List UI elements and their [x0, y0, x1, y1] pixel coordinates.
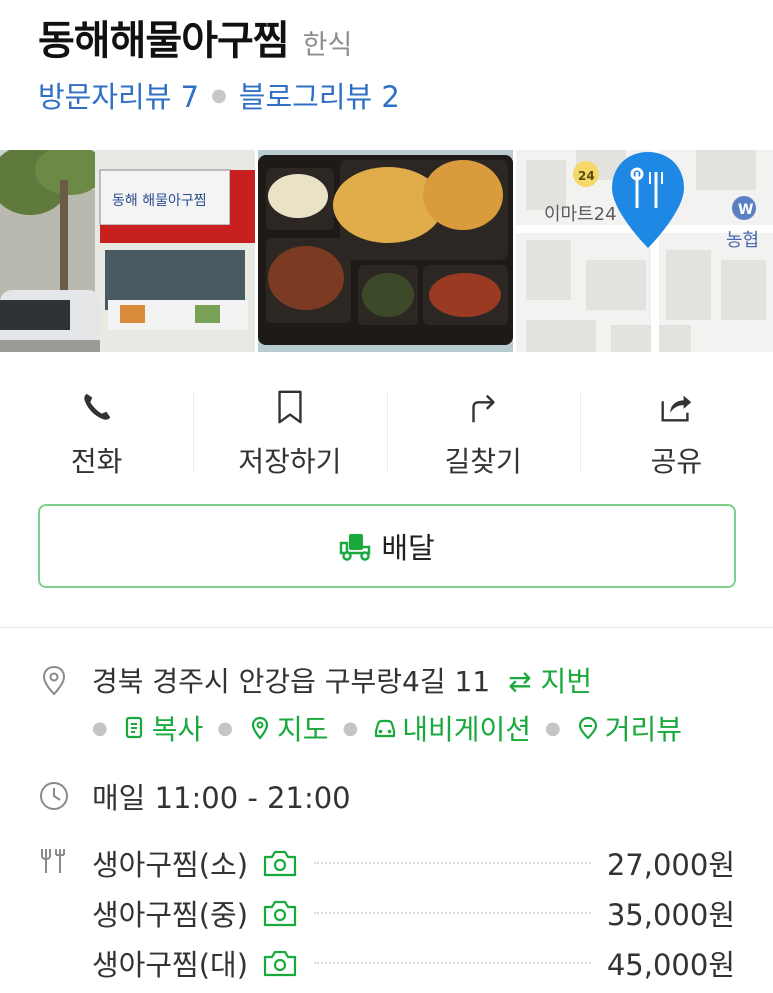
hours-text: 매일 11:00 - 21:00	[92, 781, 351, 815]
camera-icon	[263, 900, 297, 927]
menu-item-name: 생아구찜(중)	[92, 898, 249, 932]
svg-text:W: W	[738, 202, 753, 218]
copy-icon	[125, 716, 142, 739]
call-button[interactable]: 전화	[0, 370, 193, 480]
street-view-icon	[578, 716, 597, 740]
map-label-emart: 이마트24	[544, 204, 617, 225]
location-pin-icon	[42, 665, 66, 696]
place-category: 한식	[302, 30, 353, 61]
menu-list: 생아구찜(소) 27,000원 생아구찜(중) 35,000원 생아구찜(대) …	[92, 838, 735, 988]
share-icon	[661, 395, 692, 422]
menu-item-price: 45,000원	[606, 948, 735, 982]
bookmark-icon	[278, 390, 302, 424]
fork-knife-icon	[41, 849, 65, 873]
place-header: 동해해물아구찜 한식	[38, 8, 352, 66]
map-thumbnail[interactable]: 24 이마트24 W 농협	[516, 150, 773, 352]
action-bar: 전화 저장하기 길찾기 공유	[0, 370, 773, 480]
address-row: 경북 경주시 안강읍 구부랑4길 11 ⇄ 지번	[38, 660, 592, 700]
call-label: 전화	[70, 445, 123, 478]
map-pin-icon	[251, 716, 269, 740]
menu-item[interactable]: 생아구찜(소) 27,000원	[92, 838, 735, 888]
photo-strip: 동해 해물아구찜 24 이마트24 W 농협	[0, 150, 773, 352]
food-photo[interactable]	[258, 150, 513, 352]
hours-row: 매일 11:00 - 21:00	[38, 775, 351, 817]
visitor-reviews-link[interactable]: 방문자리뷰 7	[38, 74, 199, 116]
delivery-label: 배달	[381, 531, 435, 565]
share-button[interactable]: 공유	[579, 370, 773, 480]
storefront-illustration: 동해 해물아구찜	[0, 150, 255, 352]
navigation-label: 내비게이션	[402, 713, 532, 746]
menu-item-price: 27,000원	[606, 848, 735, 882]
directions-icon	[472, 394, 495, 423]
separator-dot: ●	[211, 84, 227, 106]
navigation-link[interactable]: 내비게이션	[372, 708, 531, 748]
section-divider	[0, 627, 773, 628]
delivery-truck-icon	[340, 534, 371, 561]
camera-icon	[263, 950, 297, 977]
food-illustration	[258, 150, 513, 352]
map-badge-text: 24	[578, 169, 595, 183]
blog-reviews-link[interactable]: 블로그리뷰 2	[239, 74, 400, 116]
directions-label: 길찾기	[444, 445, 522, 478]
save-label: 저장하기	[238, 445, 342, 478]
separator-dot: ●	[545, 717, 561, 739]
storefront-photo[interactable]: 동해 해물아구찜	[0, 150, 255, 352]
place-name: 동해해물아구찜	[38, 18, 290, 64]
clock-icon	[40, 782, 68, 810]
separator-dot: ●	[342, 717, 359, 739]
copy-address-link[interactable]: 복사	[122, 708, 204, 748]
leader-line	[314, 912, 591, 914]
map-label-bank: 농협	[726, 230, 759, 251]
phone-icon	[83, 393, 110, 420]
map-link[interactable]: 지도	[247, 708, 329, 748]
menu-item-price: 35,000원	[606, 898, 735, 932]
review-links: 방문자리뷰 7 ● 블로그리뷰 2	[38, 74, 400, 116]
map-label: 지도	[276, 713, 329, 746]
street-view-label: 거리뷰	[604, 713, 683, 746]
leader-line	[314, 962, 591, 964]
camera-icon	[263, 850, 297, 877]
car-icon	[375, 719, 396, 738]
menu-item-name: 생아구찜(소)	[92, 848, 249, 882]
menu-item-name: 생아구찜(대)	[92, 948, 249, 982]
delivery-button[interactable]: 배달	[38, 504, 736, 588]
jibun-toggle[interactable]: ⇄ 지번	[508, 660, 592, 700]
address-text: 경북 경주시 안강읍 구부랑4길 11	[92, 665, 491, 698]
share-label: 공유	[650, 445, 703, 478]
address-actions: ● 복사 ● 지도 ● 내비게이션 ● 거리뷰	[92, 708, 682, 748]
directions-button[interactable]: 길찾기	[386, 370, 580, 480]
separator-dot: ●	[217, 717, 233, 739]
separator-dot: ●	[92, 717, 108, 739]
save-button[interactable]: 저장하기	[193, 370, 386, 480]
sign-text: 동해 해물아구찜	[112, 193, 207, 209]
copy-label: 복사	[151, 713, 204, 746]
leader-line	[314, 862, 591, 864]
street-view-link[interactable]: 거리뷰	[575, 708, 682, 748]
map-illustration: 24 이마트24 W 농협	[516, 150, 773, 352]
menu-item[interactable]: 생아구찜(중) 35,000원	[92, 888, 735, 938]
menu-item[interactable]: 생아구찜(대) 45,000원	[92, 938, 735, 988]
